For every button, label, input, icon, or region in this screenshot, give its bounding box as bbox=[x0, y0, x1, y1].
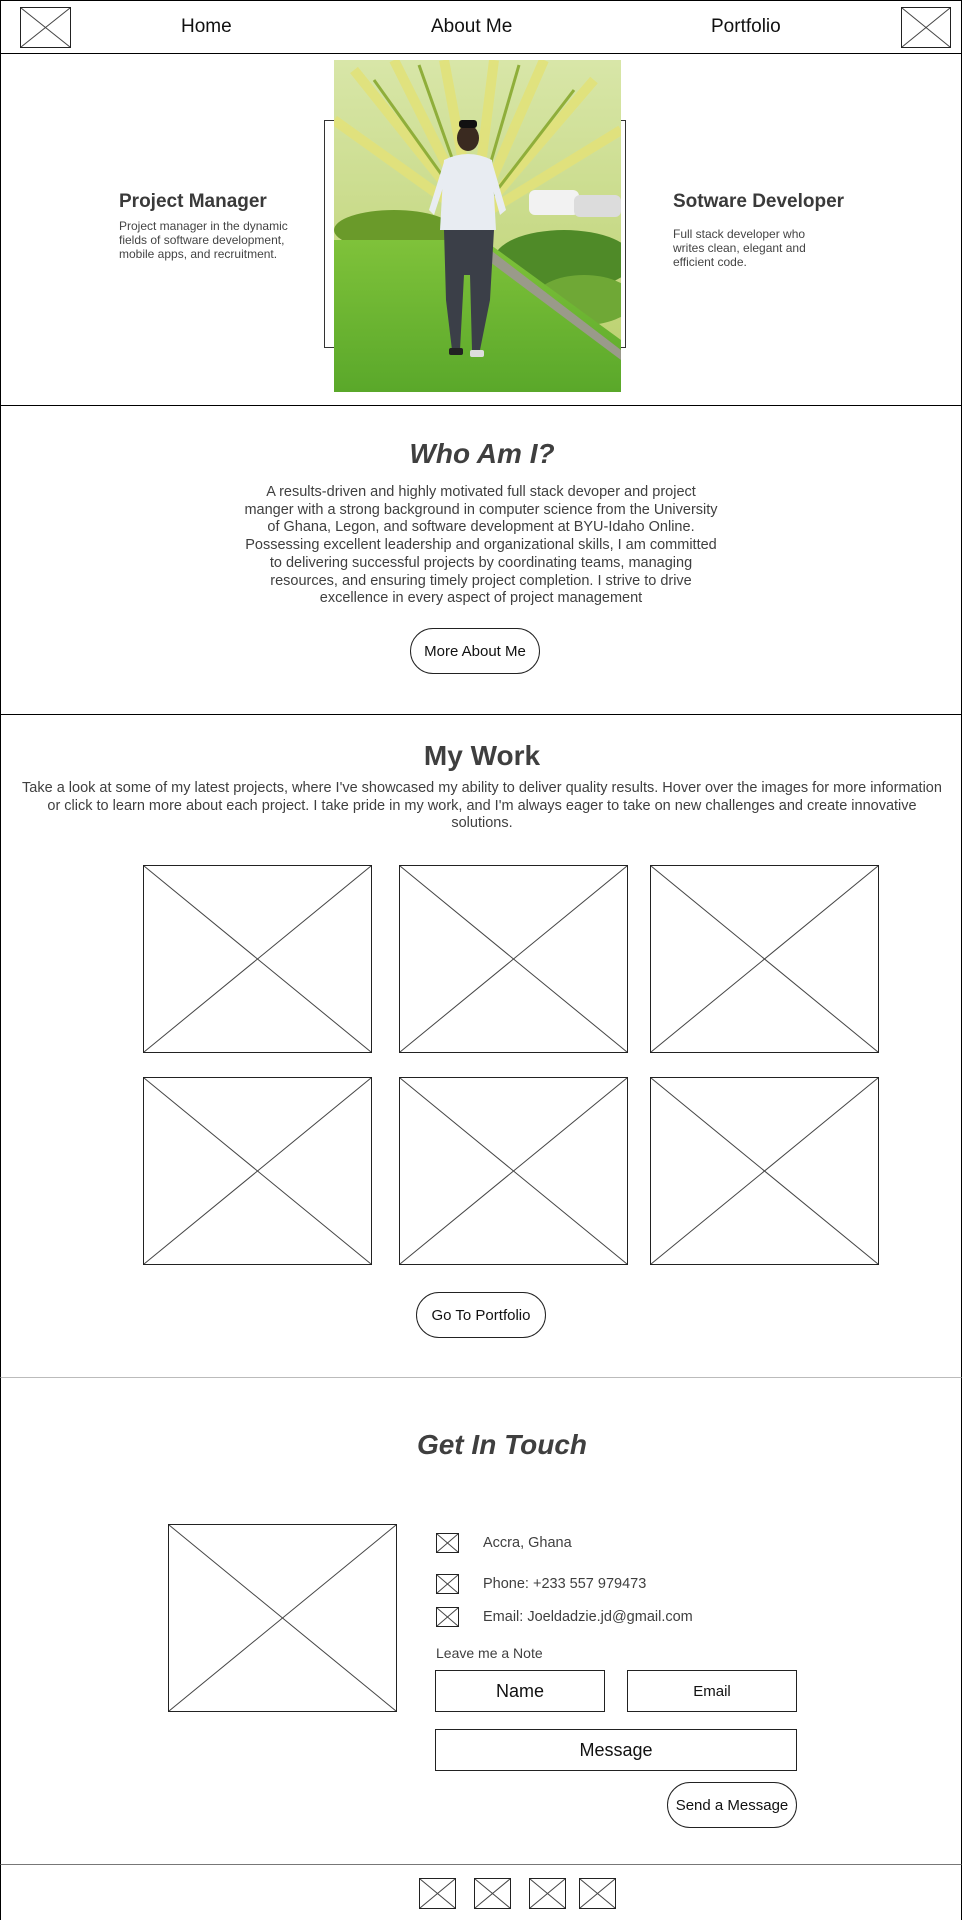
portrait-photo bbox=[334, 60, 621, 392]
message-field[interactable]: Message bbox=[435, 1729, 797, 1771]
hero-left-title: Project Manager bbox=[119, 191, 267, 212]
contact-title: Get In Touch bbox=[416, 1429, 588, 1460]
name-field[interactable]: Name bbox=[435, 1670, 605, 1712]
project-thumbnail[interactable] bbox=[650, 865, 879, 1053]
about-title: Who Am I? bbox=[409, 438, 555, 469]
contact-phone: Phone: +233 557 979473 bbox=[483, 1576, 647, 1592]
work-section: My Work Take a look at some of my latest… bbox=[0, 714, 962, 1378]
note-label: Leave me a Note bbox=[436, 1645, 543, 1661]
nav-link-about[interactable]: About Me bbox=[431, 16, 512, 38]
social-icon[interactable] bbox=[529, 1878, 566, 1909]
project-thumbnail[interactable] bbox=[650, 1077, 879, 1265]
about-text: A results-driven and highly motivated fu… bbox=[244, 484, 718, 607]
nav-link-home[interactable]: Home bbox=[181, 16, 232, 38]
email-field[interactable]: Email bbox=[627, 1670, 797, 1712]
project-thumbnail[interactable] bbox=[143, 1077, 372, 1265]
hero-right-block: Sotware Developer Full stack developer w… bbox=[673, 191, 863, 269]
contact-email: Email: Joeldadzie.jd@gmail.com bbox=[483, 1609, 693, 1625]
social-icon[interactable] bbox=[474, 1878, 511, 1909]
logo-icon[interactable] bbox=[20, 7, 71, 48]
contact-section: Get In Touch Accra, Ghana Phone: +233 55… bbox=[0, 1377, 962, 1865]
hero-section: Project Manager Project manager in the d… bbox=[0, 54, 962, 406]
social-icon[interactable] bbox=[419, 1878, 456, 1909]
about-section: Who Am I? A results-driven and highly mo… bbox=[0, 405, 962, 715]
profile-icon[interactable] bbox=[901, 7, 951, 48]
phone-icon bbox=[436, 1574, 459, 1594]
nav-link-portfolio[interactable]: Portfolio bbox=[711, 16, 781, 38]
hero-left-text: Project manager in the dynamic fields of… bbox=[119, 219, 288, 261]
contact-location: Accra, Ghana bbox=[483, 1535, 572, 1551]
project-thumbnail[interactable] bbox=[399, 1077, 628, 1265]
work-title: My Work bbox=[423, 740, 541, 771]
contact-image bbox=[168, 1524, 397, 1712]
work-text: Take a look at some of my latest project… bbox=[22, 780, 942, 832]
project-thumbnail[interactable] bbox=[143, 865, 372, 1053]
nav-bar: Home About Me Portfolio bbox=[0, 0, 962, 54]
hero-right-text: Full stack developer who writes clean, e… bbox=[673, 227, 806, 269]
hero-left-block: Project Manager Project manager in the d… bbox=[119, 191, 289, 261]
more-about-me-button[interactable]: More About Me bbox=[410, 628, 540, 674]
footer bbox=[0, 1864, 962, 1920]
project-thumbnail[interactable] bbox=[399, 865, 628, 1053]
send-message-button[interactable]: Send a Message bbox=[667, 1782, 797, 1828]
email-icon bbox=[436, 1607, 459, 1627]
social-icon[interactable] bbox=[579, 1878, 616, 1909]
hero-right-title: Sotware Developer bbox=[673, 191, 845, 212]
location-icon bbox=[436, 1533, 459, 1553]
go-to-portfolio-button[interactable]: Go To Portfolio bbox=[416, 1292, 546, 1338]
